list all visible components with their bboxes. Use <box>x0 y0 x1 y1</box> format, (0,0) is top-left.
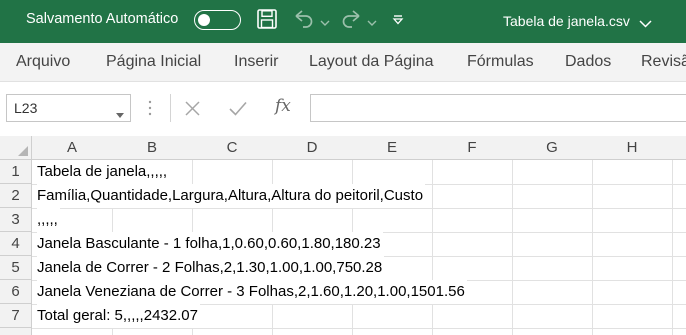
worksheet-grid[interactable]: A B C D E F G H 1 2 3 4 5 6 7 Tabela de … <box>0 136 686 335</box>
row-header-4[interactable]: 4 <box>0 232 32 256</box>
chevron-down-icon[interactable] <box>116 106 124 122</box>
column-header-c[interactable]: C <box>192 136 273 160</box>
column-header-d[interactable]: D <box>272 136 353 160</box>
column-header-h[interactable]: H <box>592 136 673 160</box>
formula-bar: L23 fx <box>0 82 686 133</box>
tab-formulas[interactable]: Fórmulas <box>467 53 534 71</box>
cell-a4[interactable]: Janela Basculante - 1 folha,1,0.60,0.60,… <box>37 232 383 256</box>
gridline <box>512 160 513 335</box>
column-header-e[interactable]: E <box>352 136 433 160</box>
tab-dados[interactable]: Dados <box>565 53 611 71</box>
row-header-3[interactable]: 3 <box>0 208 32 232</box>
cell-a2[interactable]: Família,Quantidade,Largura,Altura,Altura… <box>37 184 426 208</box>
row-header-2[interactable]: 2 <box>0 184 32 208</box>
formula-input[interactable] <box>310 94 686 122</box>
tab-layout-da-pagina[interactable]: Layout da Página <box>309 53 434 71</box>
column-header-a[interactable]: A <box>32 136 113 160</box>
name-box-value: L23 <box>14 100 38 116</box>
column-header-f[interactable]: F <box>432 136 513 160</box>
cancel-icon[interactable] <box>185 101 200 121</box>
enter-check-icon[interactable] <box>229 101 247 121</box>
autosave-toggle[interactable] <box>194 10 241 30</box>
cell-a5[interactable]: Janela de Correr - 2 Folhas,2,1.30,1.00,… <box>37 256 385 280</box>
undo-dropdown-icon[interactable] <box>320 14 330 32</box>
row-header-6[interactable]: 6 <box>0 280 32 304</box>
row-header-5[interactable]: 5 <box>0 256 32 280</box>
gridline <box>592 160 593 335</box>
cell-a6[interactable]: Janela Veneziana de Correr - 3 Folhas,2,… <box>37 280 467 304</box>
grip-dots-icon[interactable] <box>148 100 152 121</box>
gridline <box>32 328 686 329</box>
undo-icon[interactable] <box>291 8 317 35</box>
row-header-partial[interactable] <box>0 328 32 335</box>
gridline <box>432 160 433 335</box>
customize-qat-icon[interactable] <box>392 13 404 31</box>
tab-pagina-inicial[interactable]: Página Inicial <box>106 53 201 71</box>
column-header-b[interactable]: B <box>112 136 193 160</box>
select-all-triangle-icon <box>18 146 28 156</box>
cell-a3[interactable]: ,,,,, <box>37 208 60 232</box>
tab-inserir[interactable]: Inserir <box>234 53 278 71</box>
autosave-label: Salvamento Automático <box>26 11 179 27</box>
insert-function-button[interactable]: fx <box>275 96 291 116</box>
save-icon[interactable] <box>256 8 278 35</box>
column-header-g[interactable]: G <box>512 136 593 160</box>
select-all-button[interactable] <box>0 136 32 160</box>
row-header-1[interactable]: 1 <box>0 160 32 184</box>
column-header-partial[interactable] <box>672 136 686 160</box>
name-box[interactable]: L23 <box>6 94 131 122</box>
tab-revisao[interactable]: Revisão <box>641 53 686 71</box>
tab-arquivo[interactable]: Arquivo <box>16 53 70 71</box>
chevron-down-icon[interactable] <box>639 15 652 33</box>
redo-icon[interactable] <box>338 8 364 35</box>
ribbon-tabs: Arquivo Página Inicial Inserir Layout da… <box>0 43 686 82</box>
toggle-knob <box>198 13 210 26</box>
row-header-7[interactable]: 7 <box>0 304 32 328</box>
file-name[interactable]: Tabela de janela.csv <box>503 13 630 29</box>
cell-a1[interactable]: Tabela de janela,,,,, <box>37 160 170 184</box>
gridline <box>672 160 673 335</box>
cell-a7[interactable]: Total geral: 5,,,,,2432.07 <box>37 304 200 328</box>
title-bar: Salvamento Automático Tabela de janela.c… <box>0 0 686 43</box>
redo-dropdown-icon[interactable] <box>367 14 377 32</box>
gridline <box>32 208 686 209</box>
divider <box>170 94 171 122</box>
